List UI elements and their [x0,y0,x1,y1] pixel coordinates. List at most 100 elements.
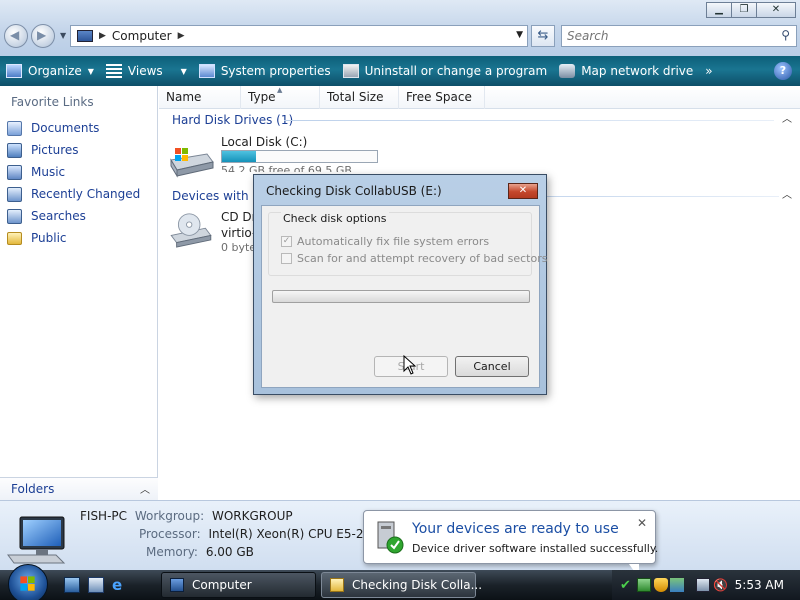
documents-icon [7,120,22,136]
nav-item-recently-changed[interactable]: Recently Changed [0,183,157,205]
views-button[interactable]: Views [100,58,169,84]
checkbox-label: Automatically fix file system errors [297,235,490,248]
drive-name: CD Dr [221,210,257,224]
group-label: Hard Disk Drives (1) [172,113,294,127]
breadcrumb-computer[interactable]: Computer [112,29,172,43]
refresh-button[interactable]: ⇆ [531,25,555,47]
help-icon[interactable]: ? [774,62,792,80]
title-bar: ▁ ❐ ✕ ◀ ▶ ▼ ▶ Computer ▶ ▼ ⇆ ⚲ [0,0,800,56]
clock[interactable]: 5:53 AM [735,578,784,592]
network-drive-icon [559,64,576,78]
dialog-close-button[interactable]: ✕ [508,183,538,199]
switch-windows-icon[interactable] [88,577,104,593]
chevron-up-icon: ︿ [140,485,150,496]
group-divider [284,120,774,121]
search-icon[interactable]: ⚲ [781,28,790,42]
internet-explorer-icon[interactable]: e [112,577,128,593]
breadcrumb-chevron-icon[interactable]: ▶ [99,31,106,41]
search-box[interactable]: ⚲ [561,25,797,47]
nav-item-label: Music [31,165,66,179]
searches-icon [7,208,22,224]
folders-label: Folders [11,482,55,496]
address-bar[interactable]: ▶ Computer ▶ ▼ [70,25,528,47]
organize-button[interactable]: Organize ▼ [0,58,100,84]
system-properties-button[interactable]: System properties [193,58,337,84]
recent-pages-dropdown[interactable]: ▼ [60,31,66,40]
processor-row: Processor: Intel(R) Xeon(R) CPU E5-2697 … [139,527,397,541]
chevron-down-icon: ▼ [180,66,187,76]
forward-button[interactable]: ▶ [31,24,55,48]
uninstall-program-button[interactable]: Uninstall or change a program [337,58,554,84]
cancel-button[interactable]: Cancel [455,356,529,377]
start-button[interactable] [8,564,48,600]
memory-label: Memory: [146,545,198,559]
breadcrumb-chevron-icon[interactable]: ▶ [178,31,185,41]
mouse-cursor-icon [403,355,417,375]
taskbar-item-computer[interactable]: Computer [161,572,316,598]
views-dropdown[interactable]: ▼ [169,58,193,84]
hard-drive-icon [170,148,214,178]
processor-label: Processor: [139,527,201,541]
security-shield-icon[interactable] [654,578,668,592]
scan-sectors-checkbox[interactable]: Scan for and attempt recovery of bad sec… [281,252,547,265]
nav-item-documents[interactable]: Documents [0,117,157,139]
nav-item-public[interactable]: Public [0,227,157,249]
chevron-up-icon[interactable]: ︿ [782,110,792,130]
navigation-pane: Favorite Links Documents Pictures Music … [0,86,158,500]
map-network-drive-button[interactable]: Map network drive [553,58,699,84]
windows-update-icon[interactable] [670,578,684,592]
nav-item-searches[interactable]: Searches [0,205,157,227]
close-window-button[interactable]: ✕ [756,2,796,18]
taskbar-item-check-disk[interactable]: Checking Disk Colla... [321,572,482,598]
maximize-button[interactable]: ❐ [731,2,757,18]
column-header-total-size[interactable]: Total Size [320,86,399,109]
show-desktop-icon[interactable] [64,577,80,593]
map-network-drive-label: Map network drive [581,64,694,78]
computer-name-row: FISH-PC Workgroup: WORKGROUP [80,509,293,523]
system-tray: ✔ 🔇 5:53 AM [612,570,800,600]
folders-toggle[interactable]: Folders ︿ [0,477,158,500]
taskbar-item-label: Computer [192,578,252,592]
volume-muted-icon[interactable]: 🔇 [713,578,728,592]
nav-item-pictures[interactable]: Pictures [0,139,157,161]
close-icon[interactable]: ✕ [637,516,647,530]
computer-icon [170,578,184,592]
favorite-links-list: Documents Pictures Music Recently Change… [0,117,157,249]
sort-arrow-icon: ▲ [277,86,283,94]
drive-label: virtio- [221,226,257,240]
safely-remove-hardware-icon[interactable]: ✔ [620,578,634,593]
column-header-name[interactable]: Name [159,86,241,109]
nav-item-label: Public [31,231,67,245]
favorite-links-header: Favorite Links [11,95,94,109]
notification-title: Your devices are ready to use [412,521,619,537]
forward-arrow-icon: ▶ [37,28,47,42]
organize-icon [6,64,22,78]
drive-usage-bar [221,150,378,163]
more-commands-button[interactable]: » [699,58,718,84]
column-header-free-space[interactable]: Free Space [399,86,485,109]
computer-name: FISH-PC [80,509,128,523]
nav-item-music[interactable]: Music [0,161,157,183]
device-install-icon[interactable] [637,578,651,592]
uninstall-icon [342,64,359,78]
fix-errors-checkbox[interactable]: ✓ Automatically fix file system errors [281,235,489,248]
checkbox-checked-icon: ✓ [281,236,292,247]
nav-item-label: Searches [31,209,86,223]
address-dropdown-icon[interactable]: ▼ [516,30,523,40]
check-disk-options-group: Check disk options ✓ Automatically fix f… [268,212,547,276]
group-hard-disk-drives[interactable]: Hard Disk Drives (1) ︿ [159,110,800,130]
search-input[interactable] [562,26,762,46]
uninstall-label: Uninstall or change a program [364,64,548,78]
drive-size: 0 byte [221,241,257,254]
nav-item-label: Recently Changed [31,187,141,201]
check-disk-progress-bar [272,290,530,303]
back-button[interactable]: ◀ [4,24,28,48]
minimize-button[interactable]: ▁ [706,2,732,18]
memory-value: 6.00 GB [205,545,254,559]
computer-icon [77,30,93,42]
network-icon[interactable] [696,578,710,592]
notification-balloon[interactable]: Your devices are ready to use Device dri… [363,510,658,578]
system-properties-icon [198,64,215,78]
dialog-body: Check disk options ✓ Automatically fix f… [261,205,547,388]
window-controls: ▁ ❐ ✕ [706,2,796,18]
